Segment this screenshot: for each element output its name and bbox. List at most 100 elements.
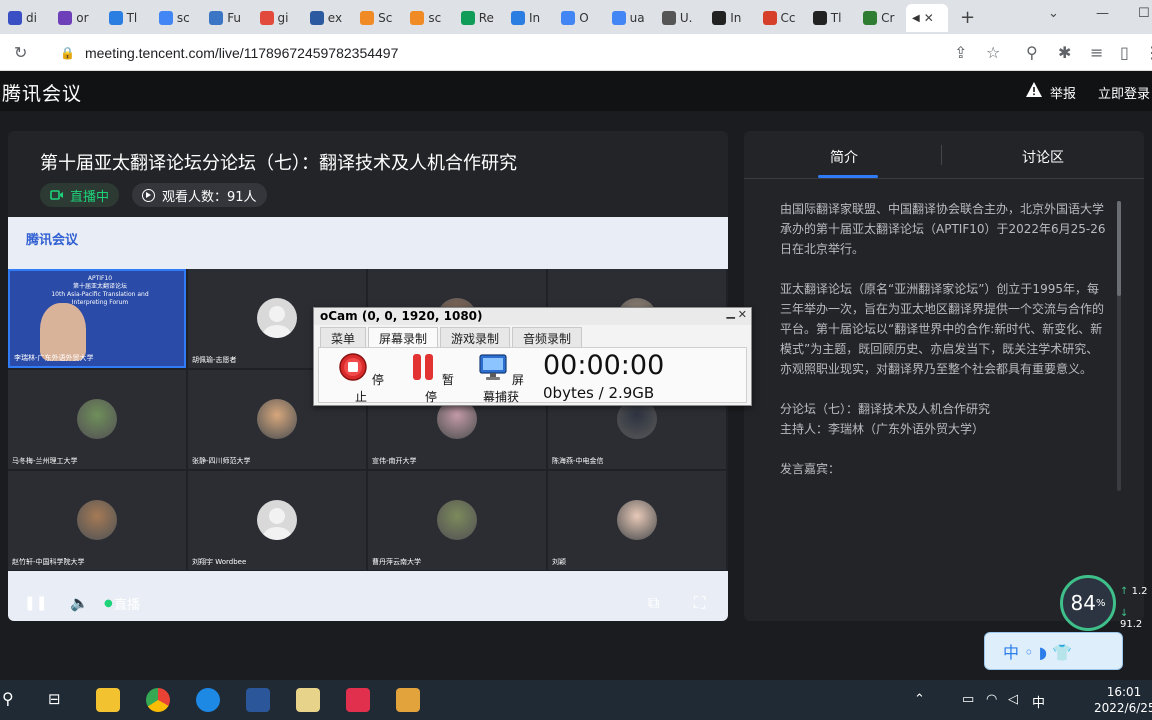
- browser-tab[interactable]: or: [52, 4, 100, 32]
- close-tab-icon[interactable]: ✕: [924, 11, 934, 25]
- tab-favicon-icon: [812, 11, 827, 25]
- login-link[interactable]: 立即登录: [1098, 83, 1150, 102]
- tab-search-icon[interactable]: ⌄: [1048, 6, 1059, 21]
- browser-tab[interactable]: In: [505, 4, 553, 32]
- maximize-button[interactable]: ☐: [1138, 6, 1150, 21]
- browser-tab[interactable]: U.: [656, 4, 704, 32]
- url-field[interactable]: 🔒 meeting.tencent.com/live/1178967245978…: [44, 39, 984, 66]
- ocam-taskbar-icon[interactable]: [396, 688, 420, 712]
- search-icon[interactable]: ⚲: [2, 689, 14, 708]
- battery-icon[interactable]: ▭: [962, 692, 974, 707]
- ime-toolbar[interactable]: 中 ◦ ◗ 👕: [984, 632, 1123, 670]
- extensions-icon[interactable]: ✱: [1058, 43, 1071, 62]
- upload-speed: ↑ 1.2: [1120, 586, 1147, 597]
- browser-tab[interactable]: Tl: [103, 4, 151, 32]
- tab-favicon-icon: [762, 11, 777, 25]
- brand-logo[interactable]: 腾讯会议: [2, 79, 82, 106]
- input-language[interactable]: 中: [1032, 692, 1045, 711]
- player-controls: ❚❚ 🔈 ● 直播 ⧉ ⛶: [8, 585, 728, 621]
- system-clock[interactable]: 16:01 2022/6/25: [1094, 684, 1152, 716]
- browser-tab[interactable]: sc: [153, 4, 201, 32]
- pause-icon[interactable]: ❚❚: [24, 595, 47, 611]
- pause-button[interactable]: 暂停: [403, 352, 459, 405]
- tab-favicon-icon: [410, 11, 425, 25]
- word-icon[interactable]: [246, 688, 270, 712]
- chrome-icon[interactable]: [146, 688, 170, 712]
- address-bar-row: ↻ 🔒 meeting.tencent.com/live/11789672459…: [0, 34, 1152, 71]
- participant-tile[interactable]: 赵竹轩-中国科学院大学: [8, 471, 186, 570]
- volume-icon[interactable]: 🔈: [70, 594, 89, 612]
- ocam-minimize-button[interactable]: ▁: [727, 306, 735, 319]
- tab-favicon-icon: [661, 11, 676, 25]
- side-panel-icon[interactable]: ▯: [1120, 43, 1129, 62]
- ocam-tab-screen-record[interactable]: 屏幕录制: [368, 327, 439, 347]
- clock-date: 2022/6/25: [1094, 701, 1152, 715]
- active-browser-tab[interactable]: ◀ ✕: [906, 4, 948, 32]
- participant-tile[interactable]: 刘颖: [548, 471, 726, 570]
- media-control-icon[interactable]: ≡: [1090, 43, 1103, 62]
- tab-label: Tl: [126, 11, 138, 25]
- browser-tab[interactable]: Cr: [857, 4, 905, 32]
- browser-tab[interactable]: sc: [404, 4, 452, 32]
- browser-tab[interactable]: ua: [606, 4, 654, 32]
- ime-status: 中 ◦ ◗ 👕: [1003, 643, 1073, 662]
- notes-icon[interactable]: [296, 688, 320, 712]
- participant-tile[interactable]: 曹丹萍云南大学: [368, 471, 546, 570]
- down-arrow-icon: ↓: [1120, 608, 1129, 619]
- scrollbar-thumb[interactable]: [1117, 201, 1121, 296]
- report-link[interactable]: 举报: [1050, 83, 1076, 102]
- browser-tab[interactable]: Sc: [354, 4, 402, 32]
- report-warning-icon: [1026, 82, 1042, 97]
- site-header: 腾讯会议 举报 立即登录: [0, 71, 1152, 111]
- browser-tab[interactable]: Cc: [757, 4, 805, 32]
- tray-expand-icon[interactable]: ⌃: [914, 692, 925, 707]
- reload-icon[interactable]: ↻: [14, 43, 27, 62]
- tab-label: gi: [277, 11, 289, 25]
- tab-discussion[interactable]: 讨论区: [1022, 147, 1064, 167]
- download-speed: ↓ 91.2: [1120, 608, 1152, 630]
- tab-favicon-icon: [611, 11, 626, 25]
- file-explorer-icon[interactable]: [96, 688, 120, 712]
- picture-in-picture-icon[interactable]: ⧉: [648, 593, 659, 613]
- participant-tile[interactable]: 马冬梅-兰州理工大学: [8, 370, 186, 469]
- task-view-icon[interactable]: ⊟: [48, 690, 61, 708]
- stop-button[interactable]: 停止: [333, 352, 389, 405]
- fullscreen-icon[interactable]: ⛶: [694, 593, 705, 613]
- edge-icon[interactable]: [196, 688, 220, 712]
- video-area[interactable]: 腾讯会议 APTIF10 第十届亚太翻译论坛 10th Asia-Pacific…: [8, 217, 728, 621]
- minimize-button[interactable]: —: [1096, 6, 1109, 21]
- ocam-tab-menu[interactable]: 菜单: [320, 327, 367, 347]
- volume-icon[interactable]: ◁: [1008, 692, 1018, 707]
- bookmark-star-icon[interactable]: ☆: [986, 43, 1000, 62]
- search-icon[interactable]: ⚲: [1026, 43, 1038, 62]
- tab-favicon-icon: [712, 11, 727, 25]
- browser-tab[interactable]: O: [555, 4, 603, 32]
- wifi-icon[interactable]: ◠: [986, 692, 997, 707]
- browser-tab[interactable]: di: [2, 4, 50, 32]
- performance-meter[interactable]: 84%: [1060, 575, 1116, 631]
- ocam-tab-audio-record[interactable]: 音频录制: [512, 327, 583, 347]
- browser-tab[interactable]: Tl: [807, 4, 855, 32]
- browser-tab[interactable]: In: [706, 4, 754, 32]
- lock-icon[interactable]: 🔒: [60, 46, 75, 60]
- ocam-tab-game-record[interactable]: 游戏录制: [440, 327, 511, 347]
- description-scrollbar[interactable]: [1117, 201, 1121, 491]
- new-tab-button[interactable]: +: [960, 7, 975, 28]
- screen-capture-button[interactable]: 屏幕捕获: [473, 352, 529, 405]
- pdf-reader-icon[interactable]: [346, 688, 370, 712]
- participant-tile[interactable]: APTIF10 第十届亚太翻译论坛 10th Asia-Pacific Tran…: [8, 269, 186, 368]
- participant-avatar: [77, 399, 117, 439]
- tab-favicon-icon: [58, 11, 73, 25]
- tab-favicon-icon: [561, 11, 576, 25]
- browser-tab[interactable]: ex: [304, 4, 352, 32]
- browser-tab[interactable]: Re: [455, 4, 503, 32]
- browser-tab[interactable]: gi: [254, 4, 302, 32]
- participant-tile[interactable]: 刘翔宇 Wordbee: [188, 471, 366, 570]
- browser-tab[interactable]: Fu: [203, 4, 251, 32]
- share-icon[interactable]: ⇪: [954, 43, 967, 62]
- live-title: 第十届亚太翻译论坛分论坛（七）：翻译技术及人机合作研究: [40, 153, 517, 174]
- ocam-close-button[interactable]: ✕: [738, 308, 747, 321]
- menu-icon[interactable]: ⋮: [1144, 43, 1152, 62]
- tab-intro[interactable]: 简介: [830, 147, 858, 167]
- live-status-text: 直播中: [70, 189, 110, 205]
